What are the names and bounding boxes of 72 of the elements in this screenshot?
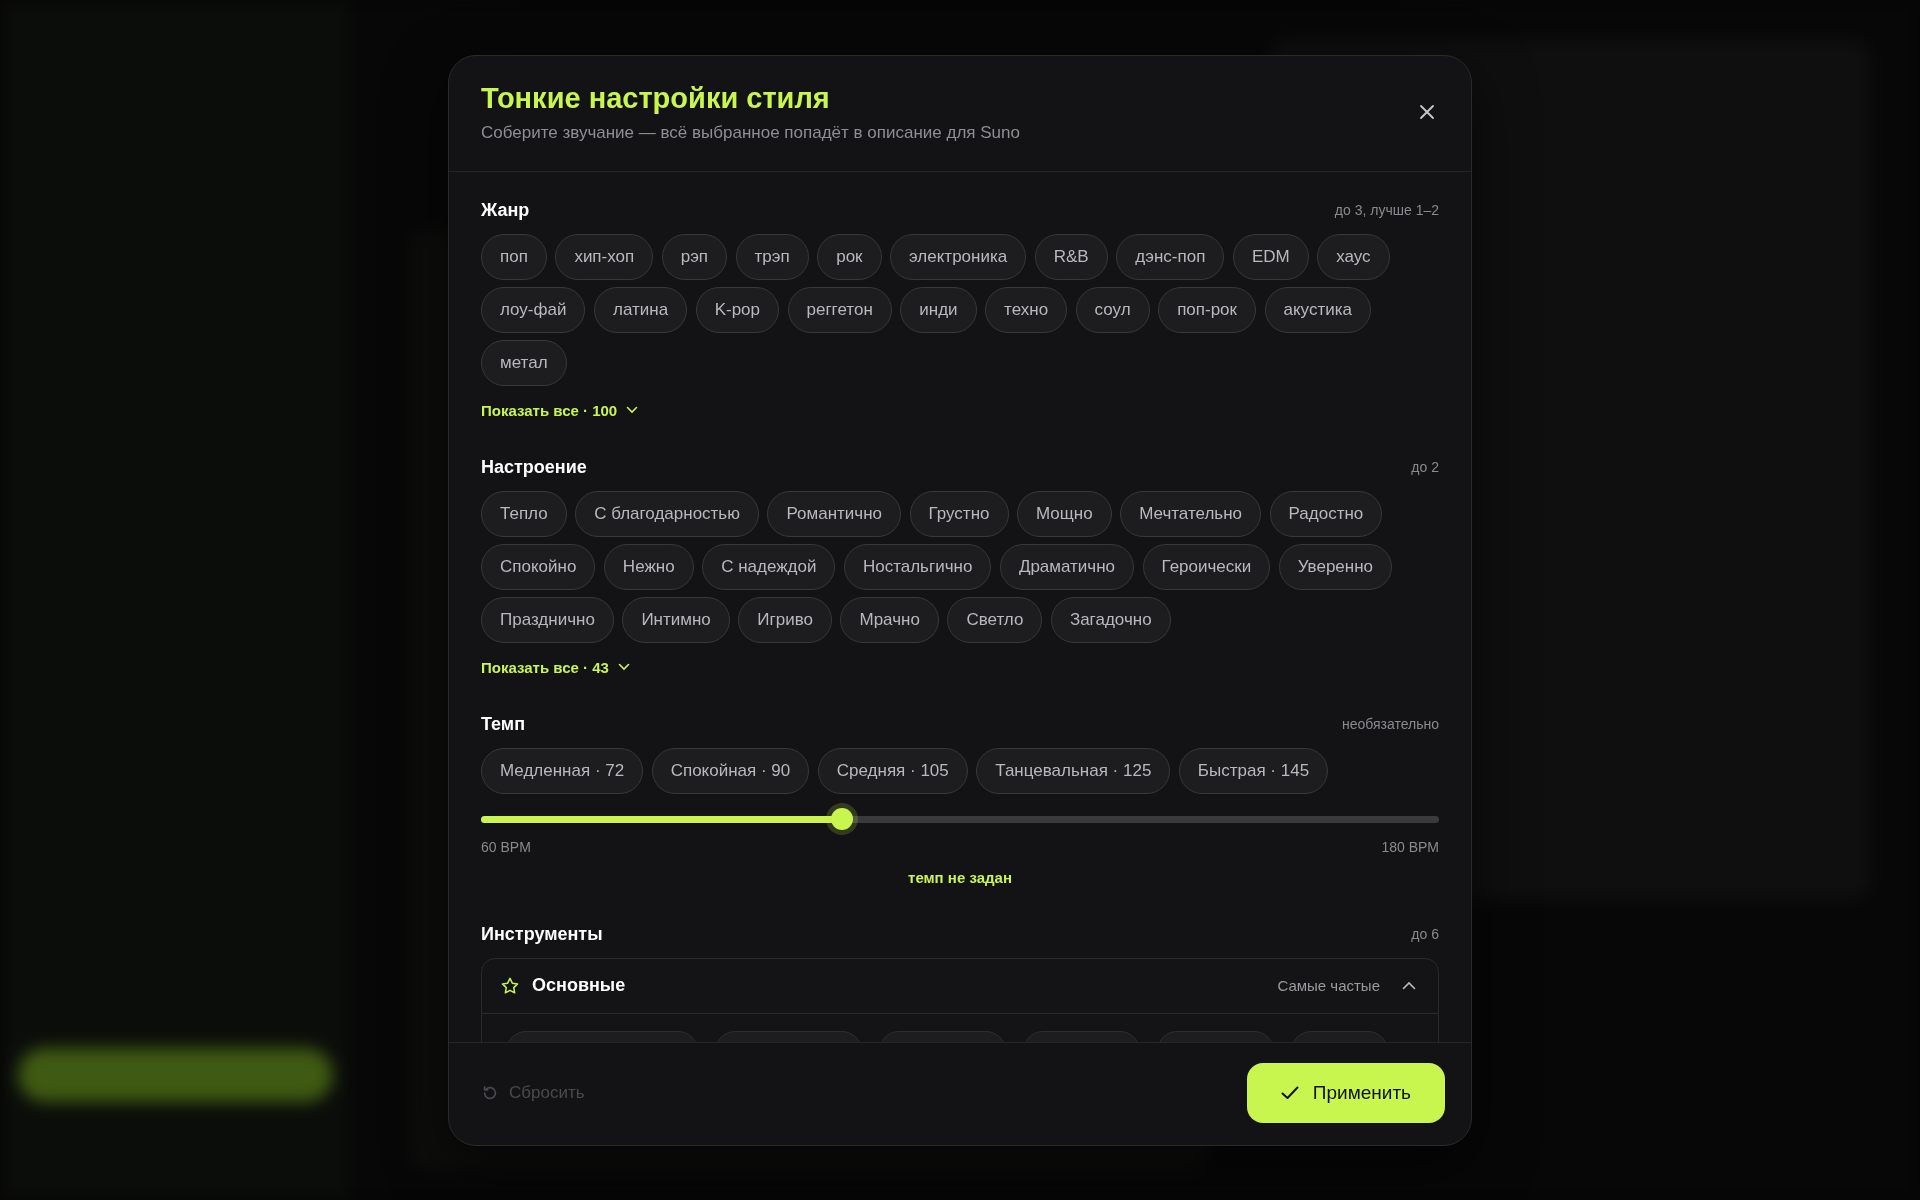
tag-chip[interactable]: Тепло bbox=[481, 490, 567, 537]
section-title: Настроение bbox=[481, 456, 587, 478]
show-all-link[interactable]: Показать все · 100 bbox=[481, 401, 639, 419]
slider-max-label: 180 BPM bbox=[1381, 838, 1439, 855]
tag-chip[interactable]: метал bbox=[481, 339, 567, 386]
group-note: Самые частые bbox=[1277, 977, 1380, 994]
check-icon bbox=[1280, 1085, 1299, 1100]
slider-thumb[interactable] bbox=[831, 808, 854, 830]
chevron-down-icon bbox=[626, 406, 639, 414]
apply-button[interactable]: Применить bbox=[1246, 1062, 1445, 1123]
tag-chip[interactable]: поп-рок bbox=[1158, 286, 1256, 333]
section-title: Жанр bbox=[481, 199, 530, 221]
tag-chip[interactable]: лоу-фай bbox=[481, 286, 586, 333]
section-hint: до 6 bbox=[1411, 926, 1439, 942]
tempo-preset-chip[interactable]: Средняя · 105 bbox=[817, 747, 968, 794]
tag-chip[interactable]: хаус bbox=[1317, 233, 1390, 280]
tag-chip[interactable]: хип-хоп bbox=[555, 233, 654, 280]
tag-chip[interactable]: Ностальгично bbox=[843, 543, 992, 590]
tag-chip[interactable]: Уверенно bbox=[1278, 543, 1393, 590]
dialog-subtitle: Соберите звучание — всё выбранное попадёт в описание для Suno bbox=[481, 122, 1020, 143]
tag-chip[interactable]: техно bbox=[985, 286, 1068, 333]
tag-chip[interactable]: Загадочно bbox=[1050, 596, 1171, 643]
tag-chip[interactable]: K-pop bbox=[695, 286, 779, 333]
tag-chip[interactable]: инди bbox=[900, 286, 977, 333]
slider-min-label: 60 BPM bbox=[481, 838, 531, 855]
chevron-down-icon bbox=[617, 663, 630, 671]
tag-chip[interactable]: Мрачно bbox=[840, 596, 939, 643]
chevron-up-icon bbox=[1402, 981, 1416, 990]
group-title: Основные bbox=[532, 975, 627, 996]
section-hint: необязательно bbox=[1341, 716, 1439, 732]
tag-chip[interactable]: поп bbox=[481, 233, 547, 280]
tag-chip[interactable]: электроника bbox=[890, 233, 1027, 280]
tag-chip[interactable]: реггетон bbox=[787, 286, 892, 333]
tag-chip[interactable]: трэп bbox=[735, 233, 809, 280]
tag-chip[interactable]: соул bbox=[1075, 286, 1150, 333]
tag-chip[interactable]: латина bbox=[594, 286, 688, 333]
section-title: Инструменты bbox=[481, 923, 603, 945]
tag-chip[interactable]: Героически bbox=[1142, 543, 1271, 590]
close-icon bbox=[1419, 103, 1435, 120]
tempo-preset-chip[interactable]: Танцевальная · 125 bbox=[976, 747, 1171, 794]
tag-chip[interactable]: Драматично bbox=[999, 543, 1135, 590]
section-title: Темп bbox=[481, 713, 526, 735]
tempo-preset-chip[interactable]: Спокойная · 90 bbox=[651, 747, 810, 794]
tag-chip[interactable]: Романтично bbox=[767, 490, 902, 537]
tempo-preset-chip[interactable]: Медленная · 72 bbox=[481, 747, 644, 794]
tag-chip[interactable]: Мечтательно bbox=[1120, 490, 1262, 537]
tag-chip[interactable]: С надеждой bbox=[702, 543, 836, 590]
tag-chip[interactable]: Интимно bbox=[622, 596, 730, 643]
show-all-link[interactable]: Показать все · 43 bbox=[481, 658, 630, 676]
tag-chip[interactable]: С благодарностью bbox=[575, 490, 759, 537]
tag-chip[interactable]: R&B bbox=[1034, 233, 1108, 280]
tempo-status: темп не задан bbox=[908, 868, 1012, 886]
tag-chip[interactable]: EDM bbox=[1232, 233, 1309, 280]
tag-chip[interactable]: Нежно bbox=[603, 543, 694, 590]
tag-chip[interactable]: акустика bbox=[1264, 286, 1371, 333]
reset-icon bbox=[481, 1083, 499, 1102]
dialog-title: Тонкие настройки стиля bbox=[481, 81, 831, 115]
tag-chip[interactable]: Игриво bbox=[738, 596, 832, 643]
tag-chip[interactable]: Светло bbox=[947, 596, 1043, 643]
group-header[interactable]: Основные Самые частые bbox=[482, 958, 1438, 1014]
tempo-preset-chip[interactable]: Быстрая · 145 bbox=[1178, 747, 1329, 794]
tag-chip[interactable]: дэнс-поп bbox=[1116, 233, 1225, 280]
tag-chip[interactable]: Празднично bbox=[481, 596, 614, 643]
section-hint: до 2 bbox=[1411, 459, 1439, 475]
section-hint: до 3, лучше 1–2 bbox=[1334, 202, 1439, 218]
tag-chip[interactable]: Грустно bbox=[909, 490, 1009, 537]
tag-chip[interactable]: Спокойно bbox=[481, 543, 596, 590]
tag-chip[interactable]: Мощно bbox=[1017, 490, 1112, 537]
tag-chip[interactable]: рок bbox=[817, 233, 882, 280]
tag-chip[interactable]: Радостно bbox=[1269, 490, 1383, 537]
tag-chip[interactable]: рэп bbox=[661, 233, 728, 280]
star-icon bbox=[500, 975, 520, 996]
